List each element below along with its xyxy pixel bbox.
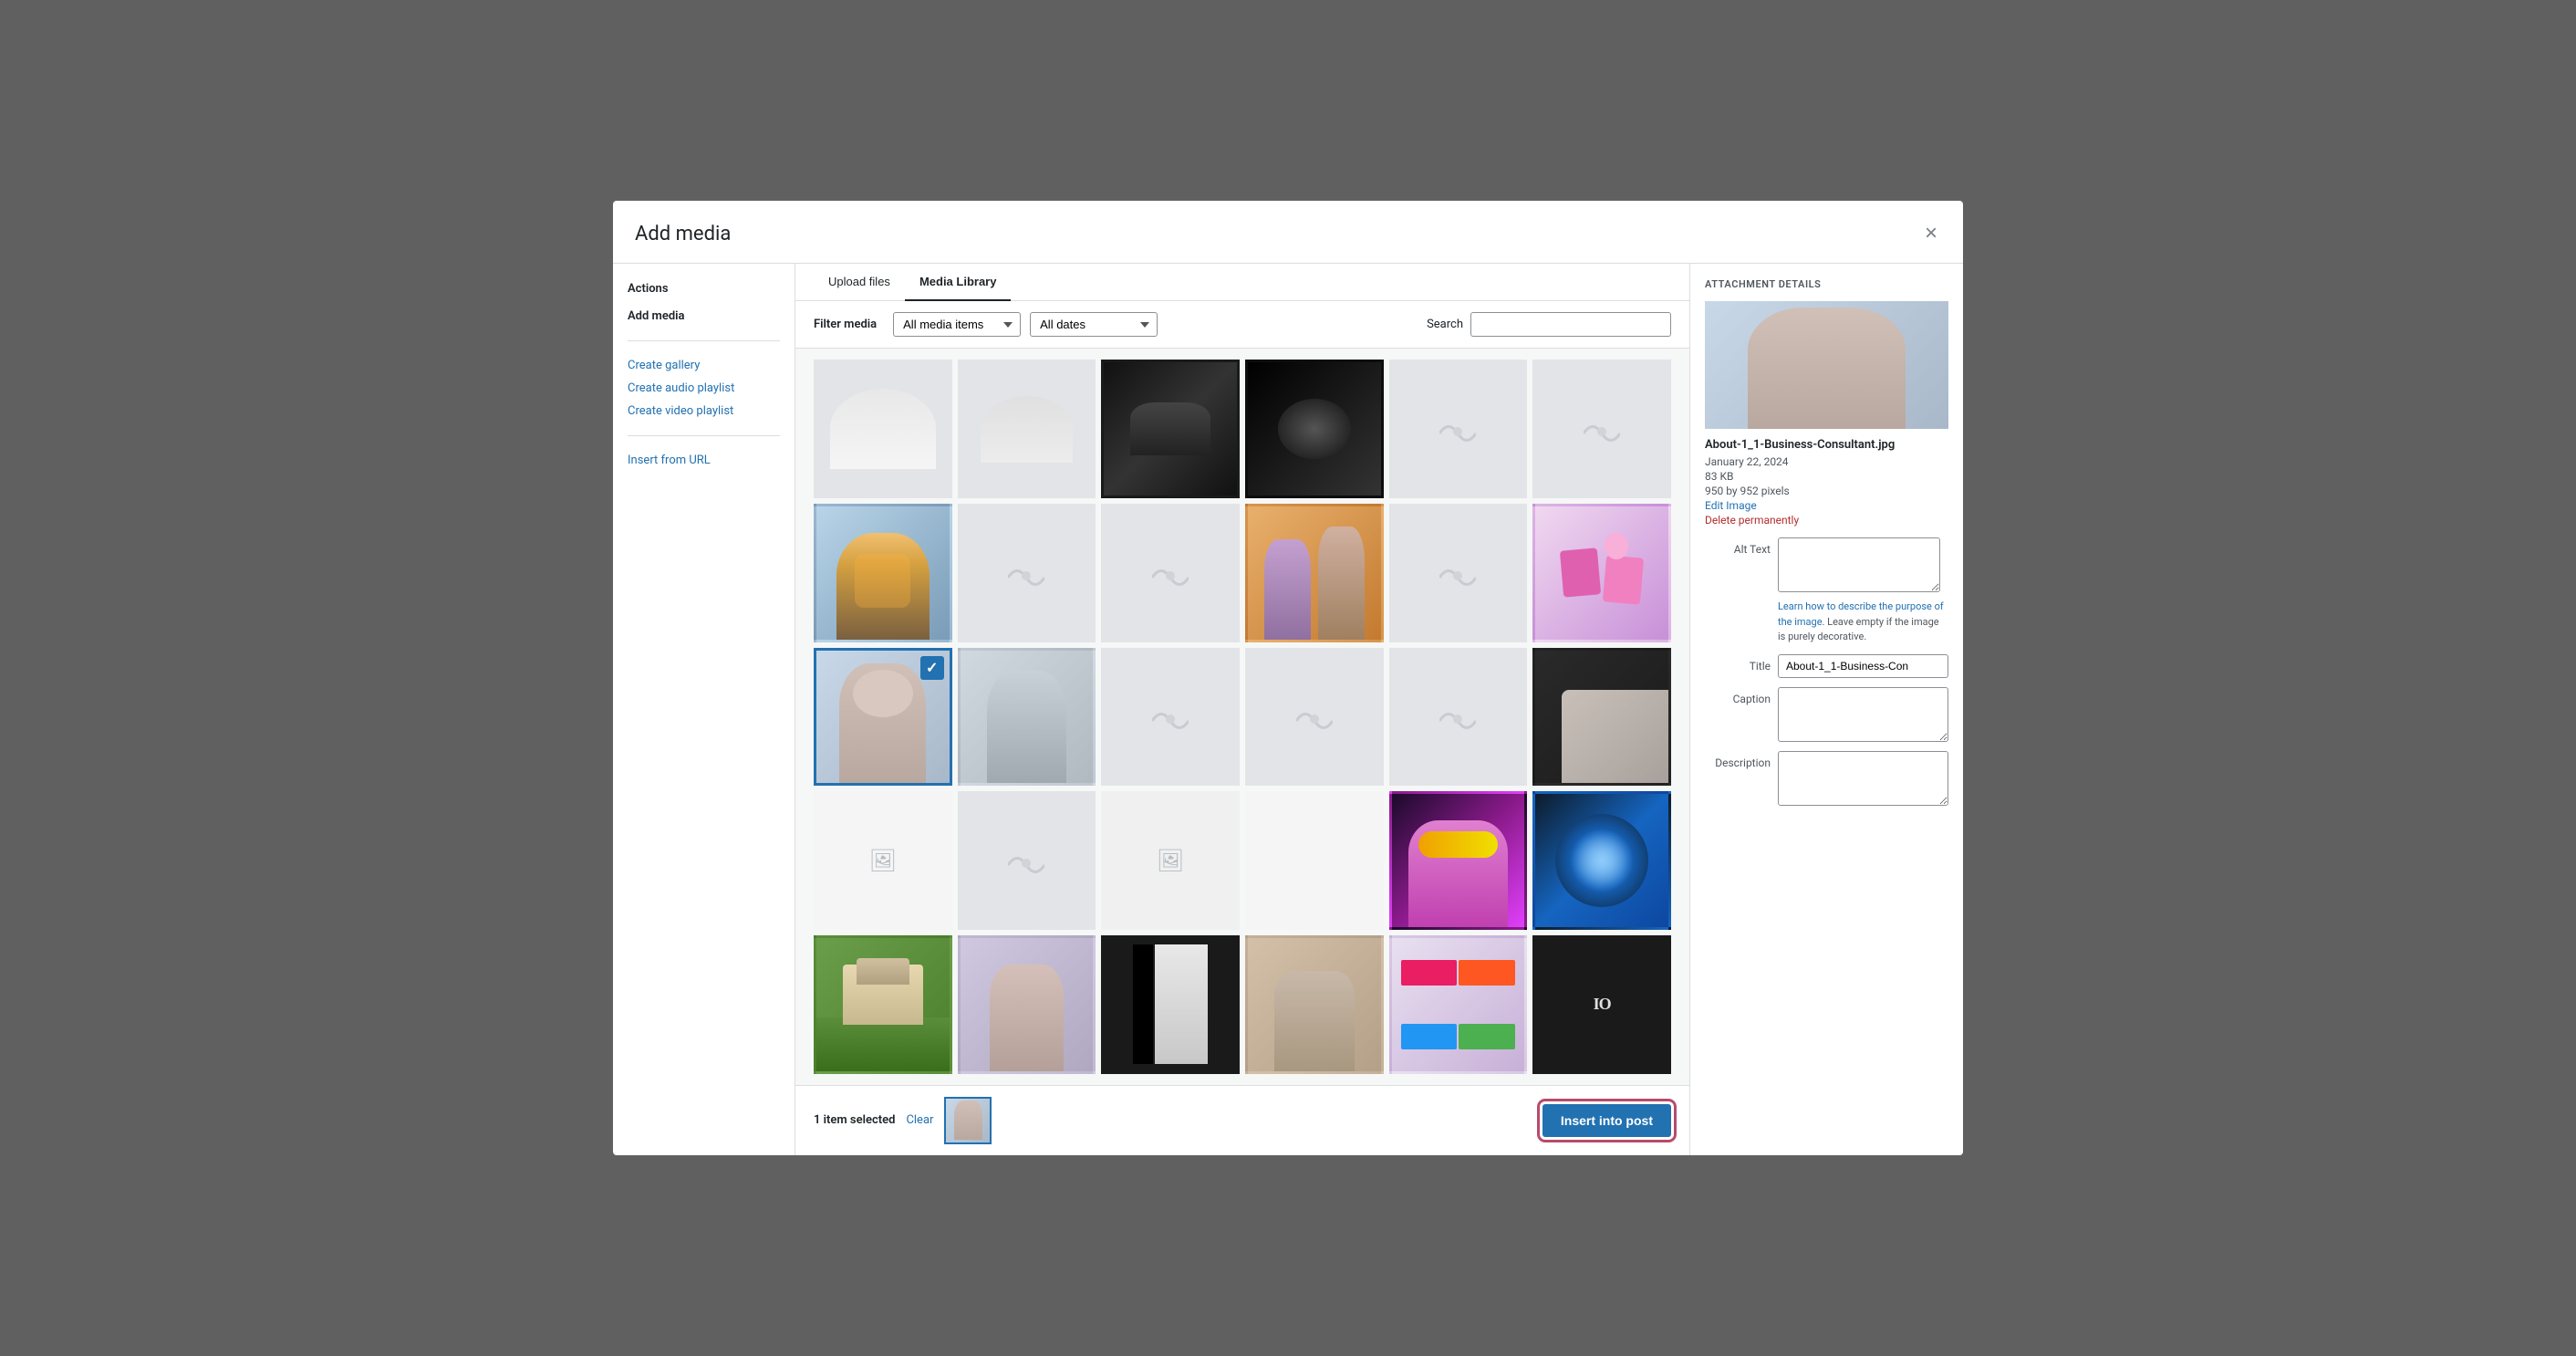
- modal-body: Actions Add media Create gallery Create …: [613, 264, 1963, 1154]
- edit-image-link[interactable]: Edit Image: [1705, 499, 1948, 512]
- filter-bar: Filter media All media items Images Audi…: [795, 301, 1689, 349]
- sidebar-actions-title: Actions: [628, 282, 780, 296]
- media-item[interactable]: [814, 360, 952, 498]
- tabs-bar: Upload files Media Library: [795, 264, 1689, 301]
- media-grid-container[interactable]: ✓: [795, 349, 1689, 1084]
- media-item[interactable]: [1101, 504, 1240, 642]
- media-item[interactable]: 🖼: [814, 791, 952, 930]
- caption-label: Caption: [1705, 687, 1771, 705]
- media-item[interactable]: [1245, 791, 1384, 930]
- media-item[interactable]: [958, 648, 1096, 787]
- media-grid: ✓: [814, 360, 1671, 1073]
- attachment-filename: About-1_1-Business-Consultant.jpg: [1705, 438, 1948, 452]
- description-input[interactable]: [1778, 751, 1948, 806]
- media-item[interactable]: [958, 935, 1096, 1074]
- sidebar-insert-from-url[interactable]: Insert from URL: [628, 451, 780, 470]
- attachment-dimensions: 950 by 952 pixels: [1705, 485, 1948, 497]
- media-item[interactable]: [1389, 791, 1528, 930]
- date-filter[interactable]: All dates January 2024 February 2024: [1030, 312, 1158, 337]
- selected-count: 1 item selected: [814, 1113, 895, 1127]
- tab-upload-files[interactable]: Upload files: [814, 264, 905, 301]
- modal-header: Add media ×: [613, 201, 1963, 264]
- media-item[interactable]: [958, 791, 1096, 930]
- media-item[interactable]: [1532, 360, 1671, 498]
- title-row: Title: [1705, 654, 1948, 678]
- selected-check-icon: ✓: [920, 656, 944, 680]
- attachment-date: January 22, 2024: [1705, 455, 1948, 468]
- title-input[interactable]: [1778, 654, 1948, 678]
- alt-text-hint: Learn how to describe the purpose of the…: [1778, 600, 1948, 645]
- media-item[interactable]: [1532, 648, 1671, 787]
- filter-label: Filter media: [814, 318, 877, 331]
- media-item[interactable]: [814, 935, 952, 1074]
- caption-row: Caption: [1705, 687, 1948, 742]
- media-item[interactable]: [1532, 791, 1671, 930]
- close-button[interactable]: ×: [1921, 219, 1941, 248]
- search-label: Search: [1427, 318, 1463, 331]
- attachment-thumbnail: [1705, 301, 1948, 429]
- media-item[interactable]: [1389, 360, 1528, 498]
- media-item[interactable]: [1101, 935, 1240, 1074]
- sidebar-add-media: Add media: [628, 307, 780, 326]
- clear-selection-link[interactable]: Clear: [906, 1113, 933, 1127]
- delete-permanently-link[interactable]: Delete permanently: [1705, 514, 1948, 527]
- title-label: Title: [1705, 654, 1771, 673]
- description-label: Description: [1705, 751, 1771, 769]
- selected-info: 1 item selected Clear: [814, 1097, 992, 1144]
- media-item[interactable]: [1389, 648, 1528, 787]
- sidebar-create-audio-playlist[interactable]: Create audio playlist: [628, 379, 780, 398]
- attachment-filesize: 83 KB: [1705, 470, 1948, 483]
- bottom-bar: 1 item selected Clear Insert into post: [795, 1085, 1689, 1155]
- media-item-selected[interactable]: ✓: [814, 648, 952, 787]
- media-item[interactable]: [958, 504, 1096, 642]
- selected-thumbnail-container: [944, 1097, 992, 1144]
- media-item[interactable]: 🖼: [1101, 791, 1240, 930]
- media-item[interactable]: [1101, 360, 1240, 498]
- media-item[interactable]: [1389, 935, 1528, 1074]
- sidebar-divider-2: [628, 435, 780, 436]
- media-item[interactable]: [1245, 360, 1384, 498]
- attachment-panel: ATTACHMENT DETAILS About-1_1-Business-Co…: [1689, 264, 1963, 1154]
- main-area: Upload files Media Library Filter media …: [795, 264, 1689, 1154]
- modal-overlay: Add media × Actions Add media Create gal…: [0, 0, 2576, 1356]
- modal-title: Add media: [635, 223, 731, 245]
- sidebar-create-gallery[interactable]: Create gallery: [628, 356, 780, 375]
- alt-text-label: Alt Text: [1705, 537, 1771, 556]
- alt-text-row: Alt Text Learn how to describe the purpo…: [1705, 537, 1948, 645]
- description-row: Description: [1705, 751, 1948, 806]
- media-item[interactable]: [1101, 648, 1240, 787]
- media-type-filter[interactable]: All media items Images Audio Video Docum…: [893, 312, 1021, 337]
- caption-input[interactable]: [1778, 687, 1948, 742]
- sidebar: Actions Add media Create gallery Create …: [613, 264, 795, 1154]
- search-area: Search: [1427, 312, 1671, 337]
- alt-text-input[interactable]: [1778, 537, 1940, 592]
- sidebar-divider: [628, 340, 780, 341]
- media-item[interactable]: [814, 504, 952, 642]
- attachment-panel-title: ATTACHMENT DETAILS: [1705, 278, 1948, 290]
- insert-into-post-button[interactable]: Insert into post: [1542, 1104, 1671, 1137]
- sidebar-create-video-playlist[interactable]: Create video playlist: [628, 402, 780, 421]
- media-item[interactable]: [1245, 935, 1384, 1074]
- media-item[interactable]: [958, 360, 1096, 498]
- media-item[interactable]: IO: [1532, 935, 1671, 1074]
- media-item[interactable]: [1389, 504, 1528, 642]
- tab-media-library[interactable]: Media Library: [905, 264, 1012, 301]
- add-media-modal: Add media × Actions Add media Create gal…: [613, 201, 1963, 1154]
- media-item[interactable]: [1532, 504, 1671, 642]
- media-item[interactable]: [1245, 504, 1384, 642]
- search-input[interactable]: [1470, 312, 1671, 337]
- media-item[interactable]: [1245, 648, 1384, 787]
